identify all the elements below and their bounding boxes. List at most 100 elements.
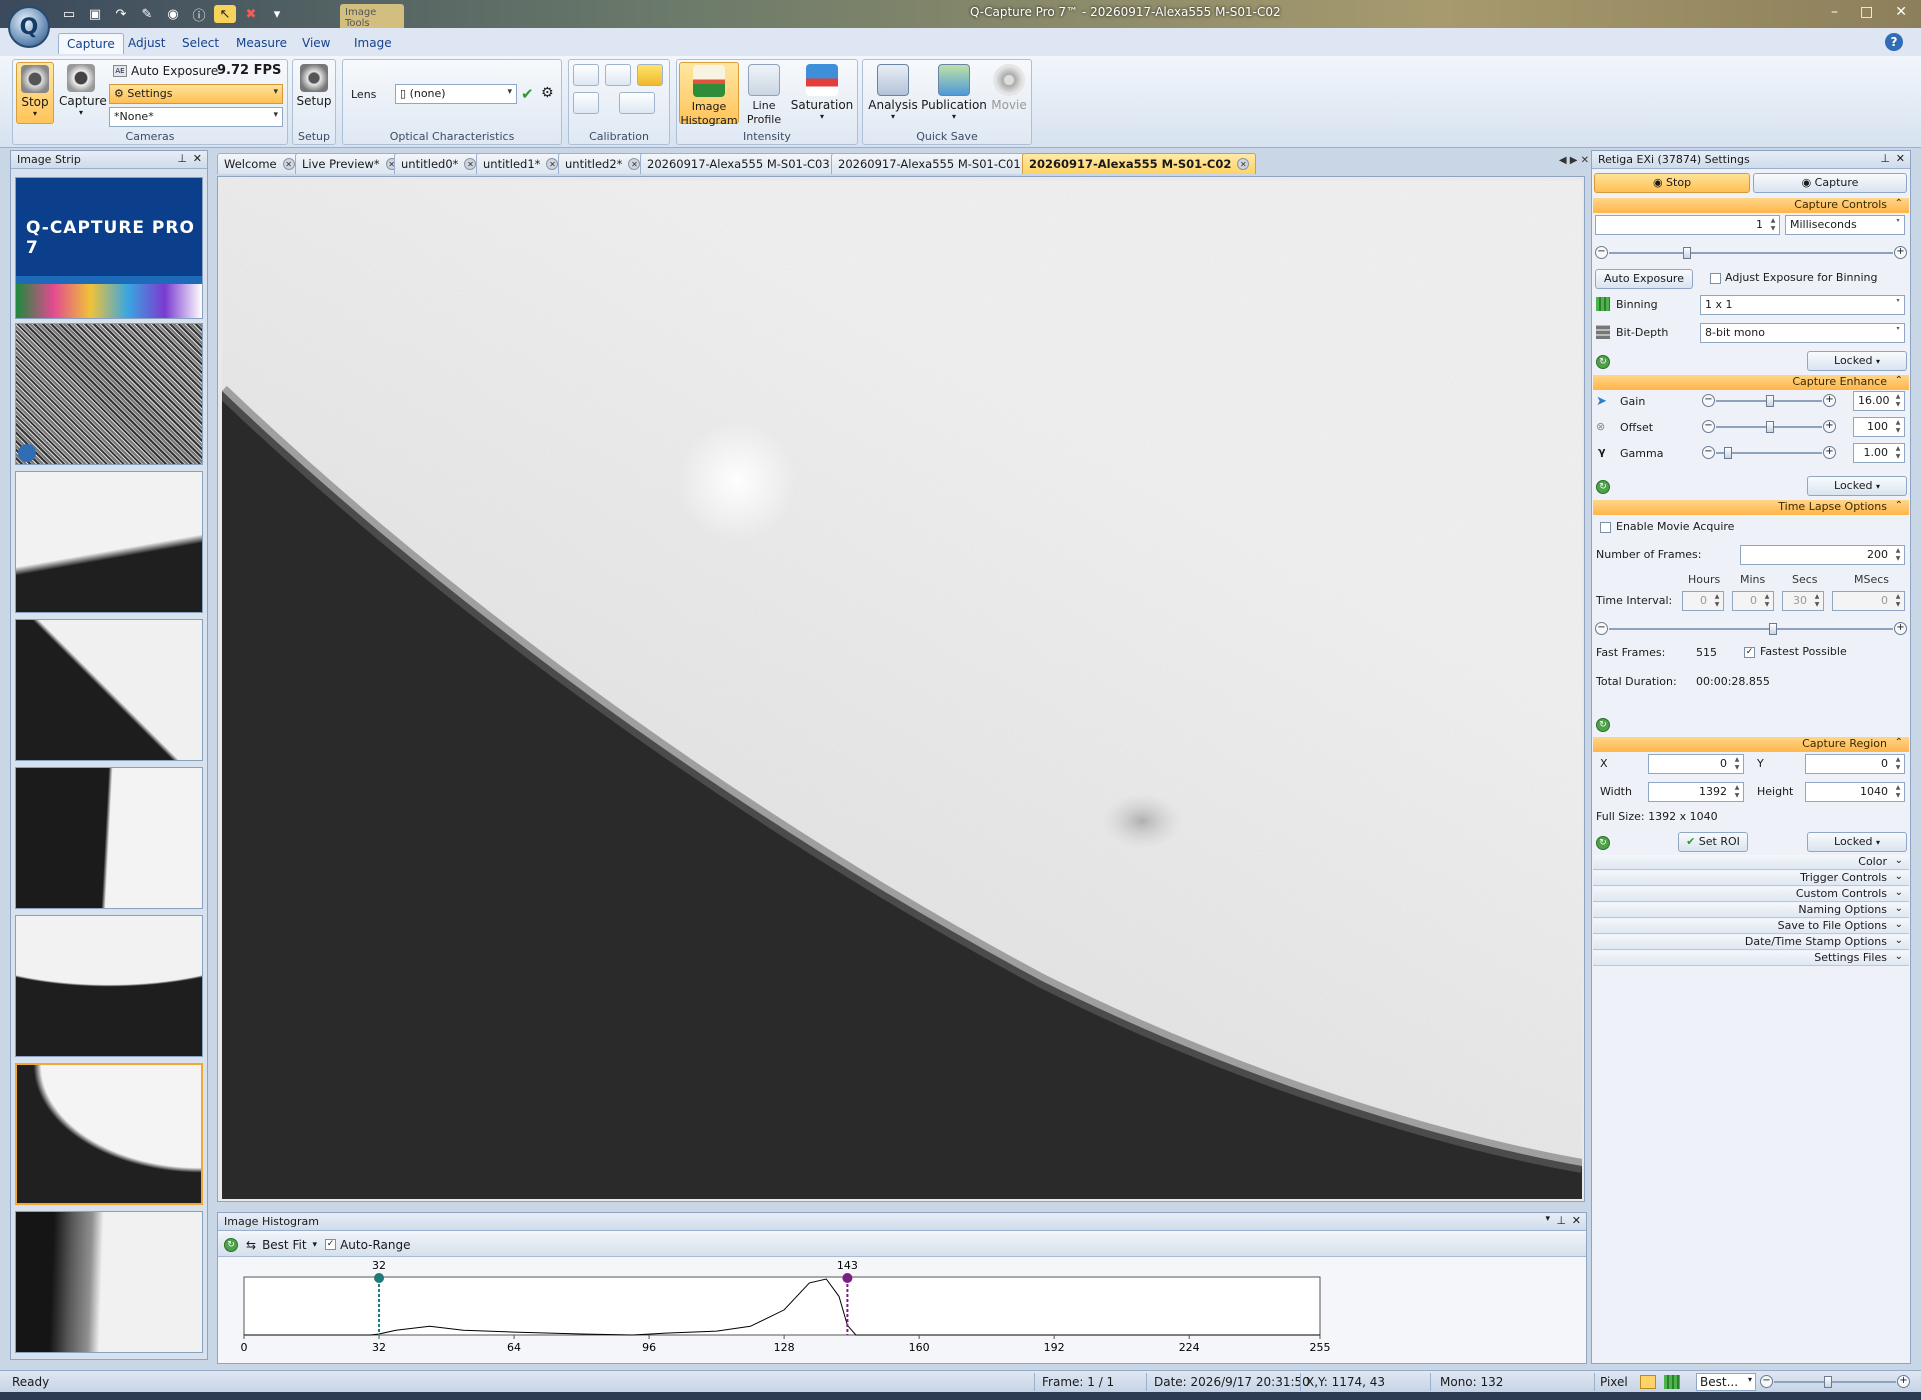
time-stamp-icon[interactable] [637,64,663,86]
locked-dropdown[interactable]: Locked ▾ [1807,476,1907,496]
close-tab-icon[interactable]: ✕ [282,158,295,170]
saturation-button[interactable]: Saturation ▾ [789,62,855,124]
spinner-icon[interactable]: ▲ ▼ [1893,393,1903,409]
capture-now-button[interactable]: ◉ Capture [1753,173,1907,193]
tab-c01[interactable]: 20260917-Alexa555 M-S01-C01✕ [831,153,1046,174]
increase-icon[interactable]: + [1823,420,1836,433]
preset-combo[interactable]: *None* ▾ [109,107,283,127]
width-input[interactable]: 1392 ▲ ▼ [1648,782,1744,802]
fastest-checkbox[interactable]: ✓ [1744,647,1755,658]
x-input[interactable]: 0 ▲ ▼ [1648,754,1744,774]
offset-input[interactable]: 100 ▲ ▼ [1853,417,1905,437]
section-capture-enhance[interactable]: Capture Enhance ⌃ [1593,375,1909,390]
zoom-select[interactable]: Best... ▾ [1696,1373,1756,1391]
spinner-icon[interactable]: ▲ ▼ [1893,593,1903,609]
pin-icon[interactable]: ⊥ [177,152,187,165]
gamma-input[interactable]: 1.00 ▲ ▼ [1853,443,1905,463]
msecs-input[interactable]: 0 ▲ ▼ [1832,591,1905,611]
pin-icon[interactable]: ⊥ [1880,152,1890,165]
section-time-lapse[interactable]: Time Lapse Options ⌃ [1593,500,1909,515]
auto-exposure-button[interactable]: Auto Exposure [1595,269,1693,289]
tab-live-preview[interactable]: Live Preview* ✕ [295,153,405,174]
brush-icon[interactable]: ✎ [136,5,158,23]
tab-adjust[interactable]: Adjust [120,33,174,53]
section-color[interactable]: Color ⌄ [1593,855,1909,870]
section-naming-options[interactable]: Naming Options ⌄ [1593,903,1909,918]
spinner-icon[interactable]: ▲ ▼ [1732,784,1742,800]
settings-combo[interactable]: ⚙ Settings ▾ [109,84,283,104]
refresh-icon[interactable]: ↻ [1596,480,1610,494]
refresh-icon[interactable]: ↻ [1596,355,1610,369]
analysis-button[interactable]: Analysis ▾ [865,62,921,124]
tab-measure[interactable]: Measure [228,33,295,53]
close-button[interactable]: ✕ [1895,4,1907,20]
increase-icon[interactable]: + [1894,246,1907,259]
auto-range-checkbox[interactable]: ✓ [325,1239,337,1250]
customize-qat-icon[interactable]: ▾ [266,5,288,23]
section-capture-region[interactable]: Capture Region ⌃ [1593,737,1909,752]
close-icon[interactable]: ✕ [1572,1214,1581,1227]
decrease-icon[interactable]: − [1595,246,1608,259]
slider-thumb[interactable] [1766,421,1774,433]
thumbnail-untitled2[interactable] [15,767,203,909]
spinner-icon[interactable]: ▲ ▼ [1893,547,1903,563]
thumbnail-untitled1[interactable] [15,619,203,761]
pin-icon[interactable]: ⊥ [1556,1214,1566,1227]
enable-movie-checkbox[interactable] [1600,522,1611,533]
setup-button[interactable]: Setup [296,62,332,124]
slider-thumb[interactable] [1769,623,1777,635]
secs-input[interactable]: 30 ▲ ▼ [1782,591,1824,611]
solar-limb-image[interactable] [222,181,1582,1199]
interval-slider[interactable]: − + [1595,621,1907,637]
help-icon[interactable]: ? [1885,33,1903,51]
histogram-chart[interactable]: 0 32 64 96 128 160 192 224 255 32 143 [218,1259,1586,1363]
lens-settings-icon[interactable]: ⚙ [541,85,554,101]
thumbnail-untitled0[interactable] [15,471,203,613]
camera-icon[interactable]: ◉ [162,5,184,23]
slider-thumb[interactable] [1683,247,1691,259]
height-input[interactable]: 1040 ▲ ▼ [1805,782,1905,802]
slider-thumb[interactable] [1824,1376,1832,1388]
spinner-icon[interactable]: ▲ ▼ [1768,217,1778,233]
hours-input[interactable]: 0 ▲ ▼ [1682,591,1724,611]
tab-welcome[interactable]: Welcome ✕ [217,153,302,174]
thumbnail-splash[interactable]: Q-CAPTURE PRO 7 [15,177,203,319]
decrease-icon[interactable]: − [1702,394,1715,407]
tab-image[interactable]: Image [346,33,400,53]
spinner-icon[interactable]: ▲ ▼ [1893,419,1903,435]
thumbnail-live-preview[interactable] [15,323,203,465]
thumbnail-c02[interactable] [15,1063,203,1205]
tab-untitled0[interactable]: untitled0* ✕ [394,153,484,174]
offset-slider[interactable]: − + [1702,419,1836,435]
exposure-input[interactable]: 1 ▲ ▼ [1595,215,1780,235]
delete-icon[interactable]: ✖ [240,5,262,23]
minimize-button[interactable]: – [1831,4,1838,20]
tab-navigation[interactable]: ◀ ▶ ✕ [1559,155,1589,166]
refresh-icon[interactable]: ↻ [1596,836,1610,850]
section-save-to-file[interactable]: Save to File Options ⌄ [1593,919,1909,934]
zoom-slider[interactable]: − + [1760,1374,1910,1390]
slider-thumb[interactable] [1766,395,1774,407]
calibrate-icon[interactable] [573,64,599,86]
auto-range-toggle[interactable]: ✓ Auto-Range [325,1238,411,1252]
spinner-icon[interactable]: ▲ ▼ [1893,784,1903,800]
locked-dropdown[interactable]: Locked ▾ [1807,832,1907,852]
tab-select[interactable]: Select [174,33,227,53]
tab-c02[interactable]: 20260917-Alexa555 M-S01-C02 ✕ [1022,153,1257,174]
app-menu-button[interactable]: Q [8,6,50,48]
auto-exposure-button[interactable]: AE Auto Exposure [113,64,218,78]
close-tab-icon[interactable]: ✕ [628,158,641,170]
adjust-binning-checkbox[interactable] [1710,273,1721,284]
set-roi-button[interactable]: ✔ Set ROI [1678,832,1748,852]
tab-untitled2[interactable]: untitled2* ✕ [558,153,648,174]
section-settings-files[interactable]: Settings Files ⌄ [1593,951,1909,966]
camera-calibration-icon[interactable] [619,92,655,114]
maximize-button[interactable]: □ [1860,4,1873,20]
tab-view[interactable]: View [294,33,338,53]
increase-icon[interactable]: + [1823,446,1836,459]
dropdown-icon[interactable]: ▾ [1545,1214,1550,1224]
image-histogram-button[interactable]: Image Histogram [679,62,739,127]
close-tab-icon[interactable]: ✕ [1237,158,1250,170]
tab-c03[interactable]: 20260917-Alexa555 M-S01-C03✕ [640,153,855,174]
decrease-icon[interactable]: − [1702,446,1715,459]
